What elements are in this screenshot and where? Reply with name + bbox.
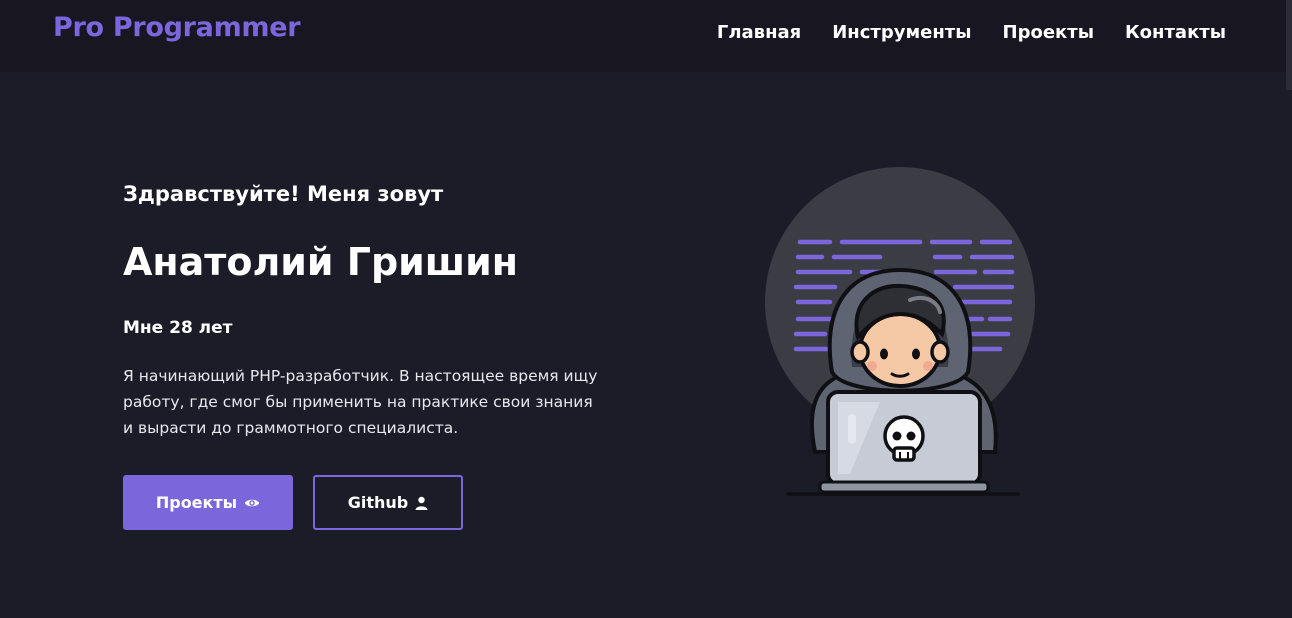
hero-name: Анатолий Гришин (123, 240, 519, 284)
site-logo[interactable]: Pro Programmer (53, 12, 301, 43)
nav-item-contacts[interactable]: Контакты (1125, 22, 1226, 43)
scrollbar-thumb[interactable] (1286, 0, 1292, 90)
nav-item-tools[interactable]: Инструменты (832, 22, 971, 43)
user-icon (415, 496, 428, 510)
hero-greeting: Здравствуйте! Меня зовут (123, 182, 444, 206)
site-header: Pro Programmer Главная Инструменты Проек… (0, 0, 1286, 72)
eye-icon (244, 497, 260, 509)
nav-item-home[interactable]: Главная (717, 22, 801, 43)
nav-item-projects[interactable]: Проекты (1003, 22, 1094, 43)
projects-button-label: Проекты (155, 493, 238, 512)
page-scrollbar[interactable] (1286, 0, 1292, 618)
main-nav: Главная Инструменты Проекты Контакты (717, 22, 1226, 43)
programmer-illustration (760, 162, 1050, 506)
hero-about: Я начинающий PHP-разработчик. В настояще… (123, 367, 598, 437)
hero-age: Мне 28 лет (123, 318, 233, 338)
github-button-label: Github (347, 493, 409, 512)
github-button[interactable]: Github (313, 475, 463, 530)
projects-button[interactable]: Проекты (123, 475, 293, 530)
